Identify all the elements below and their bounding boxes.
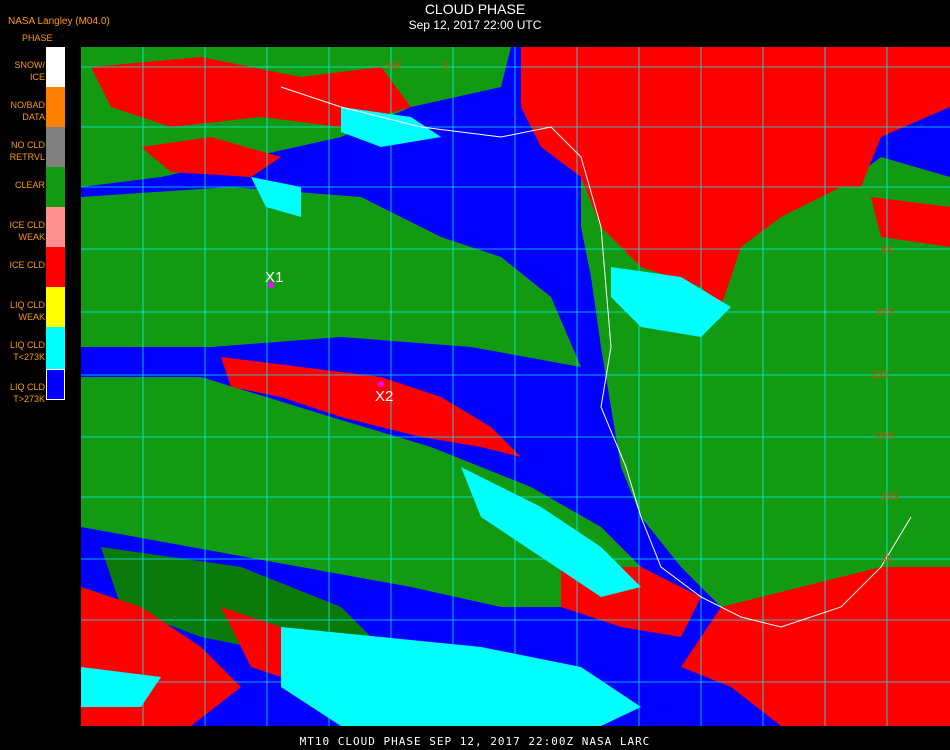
lon-label-0: 0 bbox=[443, 61, 449, 72]
legend-swatch bbox=[46, 207, 65, 247]
legend-swatch bbox=[46, 327, 65, 369]
lat-label-30: 30 bbox=[881, 554, 893, 565]
lat-label-25s: 25S bbox=[881, 492, 899, 503]
legend-label: NO CLD RETRVL bbox=[9, 140, 45, 162]
legend-label: LIQ CLD T<273K bbox=[9, 340, 45, 362]
marker-label: X1 bbox=[265, 269, 283, 286]
legend-item-liq-cld-warm: LIQ CLD T>273K bbox=[0, 369, 66, 431]
legend-label: ICE CLD bbox=[9, 260, 45, 270]
lon-label-5w: 5W bbox=[386, 61, 402, 72]
map-subtitle: Sep 12, 2017 22:00 UTC bbox=[408, 18, 542, 32]
lat-label-15s: 15S bbox=[871, 370, 889, 381]
lat-label-10s: 10S bbox=[876, 307, 894, 318]
legend-label: ICE CLD WEAK bbox=[9, 220, 45, 242]
legend-swatch bbox=[46, 247, 65, 287]
legend-label: SNOW/ ICE bbox=[14, 60, 46, 82]
legend-label: NO/BAD DATA bbox=[10, 100, 45, 122]
marker-label: X2 bbox=[375, 388, 393, 405]
legend-swatch bbox=[46, 127, 65, 167]
map-image: X1 X2 5W 0 5S 10S 15S 20S 25S 30 bbox=[81, 47, 950, 726]
lat-label-20s: 20S bbox=[876, 431, 894, 442]
legend-label: LIQ CLD WEAK bbox=[9, 300, 45, 322]
legend-label: CLEAR bbox=[14, 180, 45, 190]
footer-caption: MT10 CLOUD PHASE SEP 12, 2017 22:00Z NAS… bbox=[299, 735, 651, 748]
legend-label: LIQ CLD T>273K bbox=[9, 382, 45, 404]
legend-title: PHASE bbox=[22, 33, 53, 43]
cloud-phase-map: X1 X2 5W 0 5S 10S 15S 20S 25S 30 bbox=[81, 47, 950, 726]
legend-swatch bbox=[46, 167, 65, 207]
legend-swatch bbox=[46, 87, 65, 127]
marker-x1: X1 bbox=[265, 269, 283, 288]
lat-label-5s: 5S bbox=[881, 245, 894, 256]
legend-swatch bbox=[46, 287, 65, 327]
legend-swatch bbox=[46, 369, 65, 400]
map-title: CLOUD PHASE bbox=[424, 1, 526, 17]
